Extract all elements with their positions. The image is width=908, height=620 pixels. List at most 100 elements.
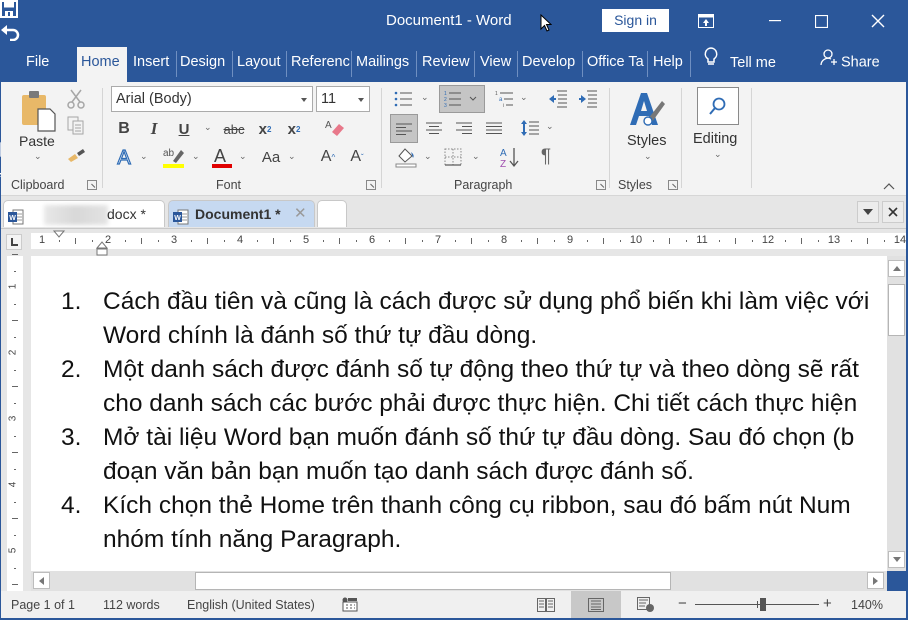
- minimize-button[interactable]: [760, 8, 790, 34]
- line-spacing-icon[interactable]: [518, 116, 542, 140]
- grow-font-icon[interactable]: A ^: [317, 146, 339, 168]
- close-document-icon[interactable]: [882, 201, 904, 223]
- list-item-line[interactable]: 4. Kích chọn thẻ Home trên thanh công cụ …: [31, 489, 887, 523]
- list-item-line[interactable]: 3. Mở tài liệu Word bạn muốn đánh số thứ …: [31, 421, 887, 455]
- vertical-scroll-thumb[interactable]: [888, 284, 905, 336]
- tab-mailings[interactable]: Mailings: [351, 47, 416, 82]
- tab-selector-icon[interactable]: [6, 234, 22, 250]
- styles-launcher-icon[interactable]: [668, 180, 678, 190]
- doc-tab-document1[interactable]: W Document1 * ✕: [168, 200, 315, 227]
- line-spacing-dropdown-icon[interactable]: ⌄: [546, 121, 554, 132]
- borders-dropdown-icon[interactable]: ⌄: [472, 151, 480, 162]
- editing-button-label[interactable]: Editing: [693, 131, 737, 147]
- change-case-icon[interactable]: Aa: [258, 146, 284, 168]
- shading-dropdown-icon[interactable]: ⌄: [424, 151, 432, 162]
- word-count[interactable]: 112 words: [103, 598, 160, 612]
- bullets-dropdown-icon[interactable]: ⌄: [421, 92, 429, 103]
- multilevel-list-icon[interactable]: 1ai: [493, 88, 517, 110]
- tab-review[interactable]: Review: [416, 47, 474, 82]
- editing-dropdown-icon[interactable]: ⌄: [714, 149, 722, 160]
- doc-tab-other[interactable]: W docx *: [3, 200, 165, 227]
- list-item-line[interactable]: nhóm tính năng Paragraph.: [31, 523, 887, 557]
- list-item-line[interactable]: 2. Một danh sách được đánh số tự động the…: [31, 353, 887, 387]
- styles-button-label[interactable]: Styles: [627, 133, 667, 149]
- decrease-indent-icon[interactable]: [546, 88, 570, 110]
- zoom-level[interactable]: 140%: [851, 598, 883, 612]
- close-button[interactable]: [863, 8, 893, 34]
- document-page[interactable]: 1. Cách đầu tiên và cũng là cách được sử …: [31, 256, 887, 571]
- scroll-down-button[interactable]: [888, 551, 905, 568]
- scroll-left-button[interactable]: [33, 572, 50, 589]
- clipboard-launcher-icon[interactable]: [87, 180, 97, 190]
- page-count[interactable]: Page 1 of 1: [11, 598, 75, 612]
- change-case-dropdown-icon[interactable]: ⌄: [288, 151, 296, 162]
- highlight-color-icon[interactable]: ab: [161, 144, 187, 170]
- superscript-icon[interactable]: x2: [283, 118, 305, 140]
- accessibility-icon[interactable]: [342, 597, 358, 615]
- horizontal-scrollbar[interactable]: [31, 571, 887, 591]
- font-name-combo[interactable]: Arial (Body): [111, 86, 313, 112]
- underline-icon[interactable]: U: [174, 118, 194, 140]
- font-color-icon[interactable]: A: [211, 144, 233, 170]
- read-mode-icon[interactable]: [521, 591, 571, 618]
- paragraph-launcher-icon[interactable]: [596, 180, 606, 190]
- justify-icon[interactable]: [482, 116, 506, 140]
- tab-layout[interactable]: Layout: [232, 47, 286, 82]
- web-layout-icon[interactable]: [621, 591, 671, 618]
- font-launcher-icon[interactable]: [366, 180, 376, 190]
- scroll-right-button[interactable]: [867, 572, 884, 589]
- paste-icon[interactable]: [19, 88, 59, 134]
- tab-list-dropdown-icon[interactable]: [857, 201, 879, 223]
- styles-dropdown-icon[interactable]: ⌄: [644, 151, 652, 162]
- language-indicator[interactable]: English (United States): [187, 598, 315, 612]
- zoom-slider-thumb[interactable]: [760, 598, 766, 611]
- multilevel-dropdown-icon[interactable]: ⌄: [520, 92, 528, 103]
- share-button[interactable]: Share: [818, 47, 903, 82]
- list-item-line[interactable]: Word chính là đánh số thứ tự đầu dòng.: [31, 319, 887, 353]
- align-center-icon[interactable]: [422, 116, 446, 140]
- shrink-font-icon[interactable]: Aˇ: [346, 146, 368, 168]
- text-effects-icon[interactable]: A: [113, 146, 135, 170]
- align-left-button[interactable]: [390, 114, 418, 143]
- tab-file[interactable]: File: [14, 47, 64, 82]
- align-right-icon[interactable]: [452, 116, 476, 140]
- borders-icon[interactable]: [441, 146, 465, 168]
- tab-view[interactable]: View: [474, 47, 517, 82]
- tab-help[interactable]: Help: [647, 47, 690, 82]
- font-size-combo[interactable]: 11: [316, 86, 370, 112]
- tab-office-tab[interactable]: Office Ta: [582, 47, 647, 82]
- italic-icon[interactable]: I: [144, 118, 164, 140]
- paste-button-label[interactable]: Paste: [19, 133, 55, 149]
- zoom-in-button[interactable]: +: [823, 595, 832, 612]
- tab-insert[interactable]: Insert: [129, 47, 176, 82]
- show-formatting-marks-icon[interactable]: ¶: [535, 145, 557, 169]
- text-effects-dropdown-icon[interactable]: ⌄: [140, 151, 148, 162]
- list-item-line[interactable]: cho danh sách các bước phải được thực hi…: [31, 387, 887, 421]
- sort-icon[interactable]: AZ: [497, 145, 521, 169]
- numbering-button[interactable]: 123: [439, 85, 485, 113]
- close-tab-icon[interactable]: ✕: [294, 201, 307, 227]
- new-tab-button[interactable]: [317, 200, 347, 227]
- zoom-out-button[interactable]: −: [678, 595, 687, 612]
- clear-formatting-icon[interactable]: A: [323, 116, 347, 140]
- list-item-line[interactable]: đoạn văn bản bạn muốn tạo danh sách được…: [31, 455, 887, 489]
- tab-references[interactable]: Referenc: [286, 47, 350, 82]
- increase-indent-icon[interactable]: [576, 88, 600, 110]
- tab-home[interactable]: Home: [77, 47, 127, 82]
- paste-dropdown-icon[interactable]: ⌄: [34, 151, 42, 162]
- horizontal-scroll-thumb[interactable]: [195, 572, 671, 590]
- scroll-up-button[interactable]: [888, 260, 905, 277]
- ribbon-display-options-icon[interactable]: [691, 8, 721, 34]
- list-item-line[interactable]: 1. Cách đầu tiên và cũng là cách được sử …: [31, 285, 887, 319]
- strikethrough-icon[interactable]: abc: [221, 118, 247, 140]
- maximize-button[interactable]: [806, 8, 836, 34]
- tell-me-search[interactable]: Tell me: [690, 47, 790, 82]
- bullets-icon[interactable]: [392, 88, 416, 110]
- collapse-ribbon-icon[interactable]: [881, 180, 897, 192]
- tab-design[interactable]: Design: [176, 47, 232, 82]
- styles-icon[interactable]: [624, 90, 668, 130]
- subscript-icon[interactable]: x2: [254, 118, 276, 140]
- editing-find-icon[interactable]: [697, 87, 739, 125]
- tab-developer[interactable]: Develop: [517, 47, 582, 82]
- print-layout-icon[interactable]: [571, 591, 621, 618]
